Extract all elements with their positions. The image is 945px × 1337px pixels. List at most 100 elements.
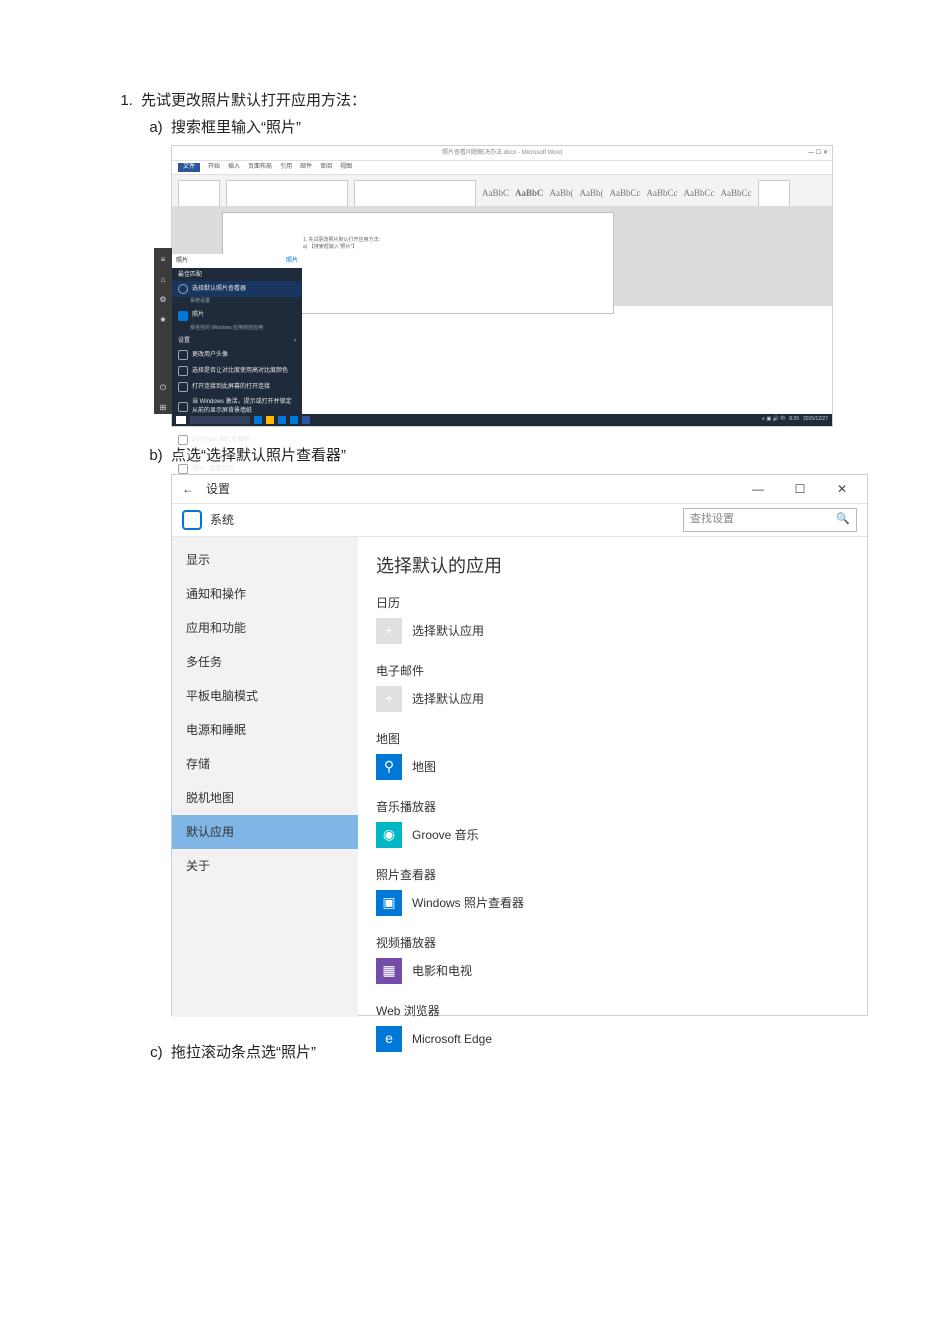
style-chip[interactable]: AaBbC <box>515 187 544 201</box>
entry-photo[interactable]: ▣ Windows 照片查看器 <box>376 890 849 916</box>
entry-map[interactable]: ⚲ 地图 <box>376 754 849 780</box>
sidebar-item-apps[interactable]: 应用和功能 <box>172 611 358 645</box>
word-doc-text: 1. 先试更改照片默认打开应用方法： a) 【搜索框输入“照片”】 <box>303 237 384 251</box>
close-button[interactable]: ✕ <box>827 480 857 498</box>
entry-music-label: Groove 音乐 <box>412 826 479 844</box>
settings-sidebar: 显示 通知和操作 应用和功能 多任务 平板电脑模式 电源和睡眠 存储 脱机地图 … <box>172 537 358 1017</box>
entry-email-label: 选择默认应用 <box>412 690 484 708</box>
taskbar-store-icon[interactable] <box>278 416 286 424</box>
setting-icon <box>178 382 188 392</box>
word-tab-file[interactable]: 文件 <box>178 163 200 172</box>
word-screenshot: 照片查看问题解决办法.docx - Microsoft Word — ☐ ✕ 文… <box>171 145 833 427</box>
style-chip[interactable]: AaBb( <box>580 187 604 201</box>
start-button[interactable] <box>176 416 186 424</box>
taskbar-date: 2015/12/27 <box>803 416 828 424</box>
word-tab[interactable]: 视图 <box>340 163 352 172</box>
sp-section-settings: 设置› <box>172 334 302 347</box>
cat-photo: 照片查看器 <box>376 866 849 884</box>
sidebar-item-tablet[interactable]: 平板电脑模式 <box>172 679 358 713</box>
style-chip[interactable]: AaBbC <box>482 187 509 201</box>
sidebar-item-display[interactable]: 显示 <box>172 543 358 577</box>
start-icon[interactable]: ⊞ <box>160 402 167 414</box>
entry-music[interactable]: ◉ Groove 音乐 <box>376 822 849 848</box>
sp-setting-item[interactable]: 打开连接到此屏幕的打开连接 <box>172 379 302 395</box>
style-chip[interactable]: AaBbCc <box>721 187 752 201</box>
word-tab[interactable]: 审阅 <box>320 163 332 172</box>
power-icon[interactable]: ⏻ <box>160 382 166 394</box>
sp-item-default-viewer-sub: 系统设置 <box>172 297 302 308</box>
word-tab[interactable]: 开始 <box>208 163 220 172</box>
sidebar-item-about[interactable]: 关于 <box>172 849 358 883</box>
settings-main: 选择默认的应用 日历 + 选择默认应用 电子邮件 + 选择默认应用 <box>358 537 867 1017</box>
sidebar-item-storage[interactable]: 存储 <box>172 747 358 781</box>
sidebar-item-default-apps[interactable]: 默认应用 <box>172 815 358 849</box>
plus-icon: + <box>376 618 402 644</box>
setting-icon <box>178 350 188 360</box>
system-tray[interactable]: ∧ ▣ 🔊 中 <box>761 416 785 424</box>
star-icon[interactable]: ★ <box>159 314 166 326</box>
word-tab[interactable]: 页面布局 <box>248 163 272 172</box>
document-page: 先试更改照片默认打开应用方法： 搜索框里输入“照片” 照片查看问题解决办法.do… <box>0 0 945 1337</box>
gear-icon <box>178 284 188 294</box>
taskbar-ie-icon[interactable] <box>290 416 298 424</box>
hamburger-icon[interactable]: ≡ <box>161 254 166 266</box>
substep-c-text: 拖拉滚动条点选“照片” <box>171 1044 316 1061</box>
search-icon <box>178 464 188 474</box>
word-tab[interactable]: 邮件 <box>300 163 312 172</box>
cat-map: 地图 <box>376 730 849 748</box>
home-icon[interactable]: ⌂ <box>161 274 166 286</box>
sp-setting-item[interactable]: 选择是否让对比度使用高对比度颜色 <box>172 363 302 379</box>
sp-section-web: 网络› <box>172 448 302 461</box>
style-chip[interactable]: AaBbCc <box>610 187 641 201</box>
sp-item-default-viewer[interactable]: 选择默认照片查看器 <box>172 281 302 297</box>
taskbar-search[interactable] <box>190 416 250 424</box>
entry-web-label: Microsoft Edge <box>412 1030 492 1048</box>
sp-setting-item[interactable]: 更改用户头像 <box>172 347 302 363</box>
cat-web: Web 浏览器 <box>376 1002 849 1020</box>
entry-photo-label: Windows 照片查看器 <box>412 894 524 912</box>
entry-video[interactable]: ▦ 电影和电视 <box>376 958 849 984</box>
substep-b: 点选“选择默认照片查看器” ← 设置 — ☐ ✕ 系统 <box>171 445 865 1016</box>
start-search-panel: 照片 照片 最佳匹配 选择默认照片查看器 系统设置 照片 <box>172 254 302 414</box>
sp-section-best: 最佳匹配 <box>172 268 302 281</box>
word-ribbon-tabs: 文件 开始 插入 页面布局 引用 邮件 审阅 视图 <box>172 161 832 175</box>
sp-app-item[interactable]: 3D Vision 照片查看器 <box>172 432 302 448</box>
sub-list: 搜索框里输入“照片” 照片查看问题解决办法.docx - Microsoft W… <box>147 117 865 1065</box>
gear-icon <box>182 510 202 530</box>
style-chip[interactable]: AaBbCc <box>684 187 715 201</box>
music-icon: ◉ <box>376 822 402 848</box>
sidebar-item-power[interactable]: 电源和睡眠 <box>172 713 358 747</box>
style-chip[interactable]: AaBbCc <box>647 187 678 201</box>
settings-search-input[interactable]: 查找设置 🔍 <box>683 508 857 532</box>
maximize-button[interactable]: ☐ <box>785 480 815 498</box>
start-search-input[interactable]: 照片 照片 <box>172 254 302 268</box>
substep-a-text: 搜索框里输入“照片” <box>171 119 301 136</box>
sidebar-item-offline-maps[interactable]: 脱机地图 <box>172 781 358 815</box>
entry-email[interactable]: + 选择默认应用 <box>376 686 849 712</box>
style-chip[interactable]: AaBb( <box>550 187 574 201</box>
taskbar-edge-icon[interactable] <box>254 416 262 424</box>
settings-title: 设置 <box>206 480 230 498</box>
taskbar-clock[interactable]: 8:29 <box>789 416 799 424</box>
sidebar-item-notifications[interactable]: 通知和操作 <box>172 577 358 611</box>
taskbar-explorer-icon[interactable] <box>266 416 274 424</box>
plus-icon: + <box>376 686 402 712</box>
photo-icon: ▣ <box>376 890 402 916</box>
setting-icon <box>178 366 188 376</box>
cat-calendar: 日历 <box>376 594 849 612</box>
app-icon <box>178 435 188 445</box>
taskbar-word-icon[interactable] <box>302 416 310 424</box>
word-tab[interactable]: 插入 <box>228 163 240 172</box>
substep-a: 搜索框里输入“照片” 照片查看问题解决办法.docx - Microsoft W… <box>171 117 865 428</box>
sp-item-photos-app[interactable]: 照片 <box>172 308 302 324</box>
entry-web[interactable]: e Microsoft Edge <box>376 1026 849 1052</box>
minimize-button[interactable]: — <box>743 480 773 498</box>
word-tab[interactable]: 引用 <box>280 163 292 172</box>
cat-video: 视频播放器 <box>376 934 849 952</box>
gear-icon[interactable]: ⚙ <box>159 294 166 306</box>
entry-calendar[interactable]: + 选择默认应用 <box>376 618 849 644</box>
entry-calendar-label: 选择默认应用 <box>412 622 484 640</box>
sidebar-item-multitask[interactable]: 多任务 <box>172 645 358 679</box>
back-button[interactable]: ← <box>182 480 194 498</box>
setting-icon <box>178 402 188 412</box>
